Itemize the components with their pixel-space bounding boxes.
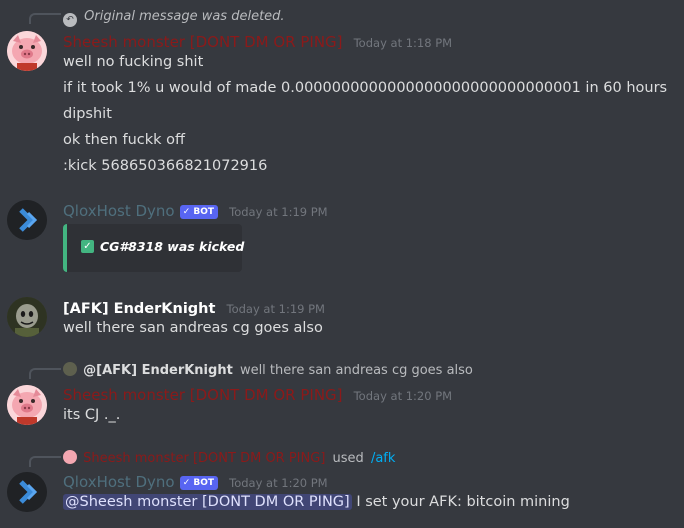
author-name[interactable]: QloxHost Dyno [63,202,175,220]
reply-spine [29,368,61,379]
message-header: [AFK] EnderKnight Today at 1:19 PM [63,298,325,317]
dyno-avatar-icon[interactable] [7,472,47,512]
command-name[interactable]: /afk [371,451,395,466]
reply-preview[interactable]: ↶ Original message was deleted. [63,9,285,27]
message-line: well no fucking shit [63,54,204,70]
message-line: if it took 1% u would of made 0.00000000… [63,80,668,96]
command-user-avatar-icon [63,450,77,464]
embed-text: CG#8318 was kicked [100,239,245,254]
message-line: dipshit [63,106,112,122]
timestamp[interactable]: Today at 1:19 PM [227,302,325,316]
enderknight-avatar-icon[interactable] [7,297,47,337]
bot-tag: ✓ BOT [179,476,219,490]
bot-tag: ✓ BOT [179,205,219,219]
reply-author[interactable]: @[AFK] EnderKnight [83,363,233,378]
timestamp[interactable]: Today at 1:20 PM [229,476,327,490]
timestamp[interactable]: Today at 1:18 PM [354,36,452,50]
message-text: I set your AFK: bitcoin mining [356,494,570,510]
message-line: :kick 568650366821072916 [63,158,268,174]
message-line: @Sheesh monster [DONT DM OR PING] I set … [63,494,570,510]
reply-spine [29,13,61,24]
reply-text: well there san andreas cg goes also [239,363,473,378]
command-user[interactable]: Sheesh monster [DONT DM OR PING] [83,451,325,466]
message-header: Sheesh monster [DONT DM OR PING] Today a… [63,385,452,404]
message-header: Sheesh monster [DONT DM OR PING] Today a… [63,32,452,51]
checkmark-icon: ✓ [81,240,94,253]
command-spine [29,456,61,467]
author-name[interactable]: Sheesh monster [DONT DM OR PING] [63,386,343,404]
embed: ✓ CG#8318 was kicked [63,224,245,272]
message-header: QloxHost Dyno ✓ BOT Today at 1:19 PM [63,201,328,220]
pig-avatar-icon[interactable] [7,385,47,425]
dyno-avatar-icon[interactable] [7,200,47,240]
author-name[interactable]: [AFK] EnderKnight [63,301,215,317]
command-preview: Sheesh monster [DONT DM OR PING] used /a… [63,450,395,466]
timestamp[interactable]: Today at 1:19 PM [229,205,327,219]
reply-preview[interactable]: @[AFK] EnderKnight well there san andrea… [63,362,473,378]
message-line: its CJ ._. [63,407,121,423]
timestamp[interactable]: Today at 1:20 PM [354,389,452,403]
user-mention[interactable]: @Sheesh monster [DONT DM OR PING] [63,494,352,510]
reply-deleted-icon: ↶ [63,13,77,27]
message-line: well there san andreas cg goes also [63,320,323,336]
message-header: QloxHost Dyno ✓ BOT Today at 1:20 PM [63,472,328,491]
pig-avatar-icon[interactable] [7,31,47,71]
command-used-text: used [332,451,364,466]
author-name[interactable]: Sheesh monster [DONT DM OR PING] [63,33,343,51]
reply-avatar-icon [63,362,77,376]
author-name[interactable]: QloxHost Dyno [63,473,175,491]
message-line: ok then fuckk off [63,132,186,148]
reply-deleted-text: Original message was deleted. [84,9,285,24]
